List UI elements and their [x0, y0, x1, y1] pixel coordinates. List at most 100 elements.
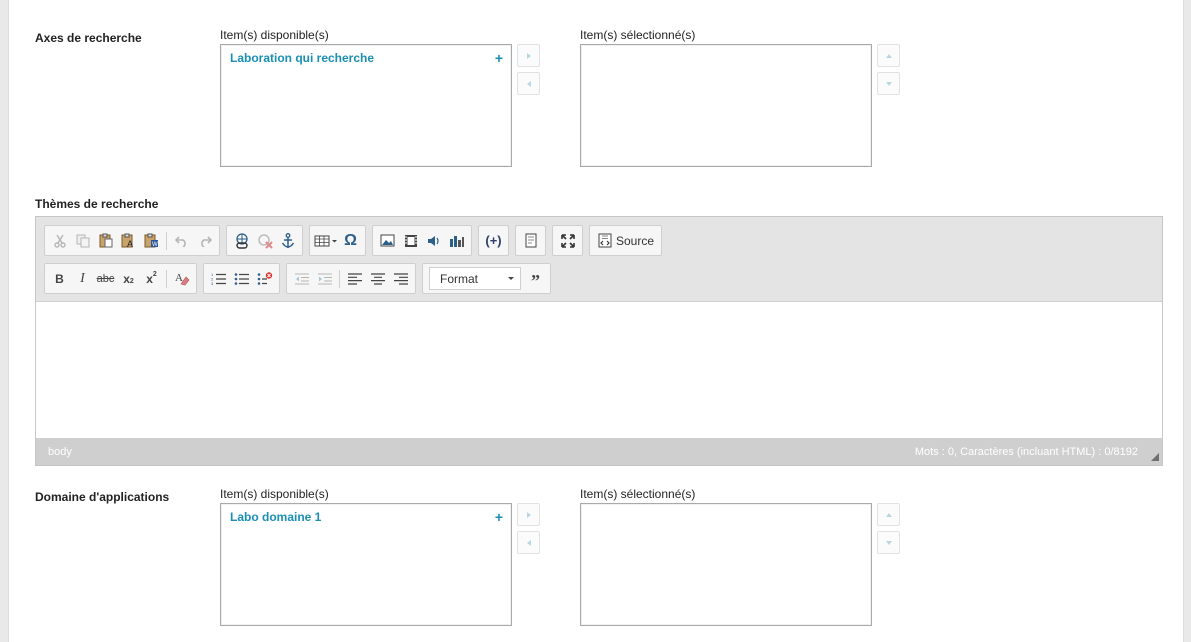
- axes-available-label: Item(s) disponible(s): [220, 28, 329, 42]
- axes-selected-list[interactable]: [580, 44, 872, 167]
- add-placeholder-icon[interactable]: (+): [482, 229, 505, 253]
- domaine-available-list[interactable]: Labo domaine 1 +: [220, 503, 512, 626]
- format-group: Format ”: [422, 263, 551, 294]
- remove-list-icon[interactable]: [253, 267, 276, 291]
- copy-icon[interactable]: [71, 229, 94, 253]
- chevron-down-icon: [508, 277, 514, 280]
- source-button[interactable]: Source: [593, 229, 658, 253]
- svg-text:A: A: [175, 272, 183, 284]
- form-page: Axes de recherche Item(s) disponible(s) …: [8, 0, 1184, 642]
- domaine-selected-list[interactable]: [580, 503, 872, 626]
- list-item-label: Laboration qui recherche: [230, 51, 375, 65]
- template-group: [515, 225, 546, 256]
- flash-icon[interactable]: [445, 229, 468, 253]
- svg-text:A: A: [127, 239, 133, 248]
- undo-icon[interactable]: [170, 229, 193, 253]
- arrow-up-icon: [885, 512, 892, 517]
- arrow-right-icon: [526, 52, 531, 59]
- arrow-left-icon: [526, 80, 531, 87]
- arrow-up-icon: [885, 53, 892, 58]
- paste-word-icon[interactable]: W: [140, 229, 163, 253]
- outdent-icon[interactable]: [290, 267, 313, 291]
- domaine-available-label: Item(s) disponible(s): [220, 487, 329, 501]
- paste-text-icon[interactable]: A: [117, 229, 140, 253]
- toolbar-row-2: B I abc x2 x2 A 123 Format ”: [44, 263, 551, 295]
- subscript-icon[interactable]: x2: [117, 267, 140, 291]
- indent-align-group: [286, 263, 416, 294]
- toolbar-row-1: A W Ω (+) Source: [44, 225, 663, 257]
- plus-icon[interactable]: +: [495, 510, 503, 524]
- move-up-button[interactable]: [877, 503, 900, 526]
- arrow-left-icon: [526, 539, 531, 546]
- table-icon[interactable]: [313, 229, 339, 253]
- separator: [339, 269, 340, 288]
- indent-icon[interactable]: [313, 267, 336, 291]
- unlink-icon[interactable]: [253, 229, 276, 253]
- numbered-list-icon[interactable]: 123: [207, 267, 230, 291]
- list-item[interactable]: Labo domaine 1 +: [230, 510, 503, 524]
- bulleted-list-icon[interactable]: [230, 267, 253, 291]
- media-group: [372, 225, 472, 256]
- editor-status-bar: body Mots : 0, Caractères (incluant HTML…: [36, 439, 1162, 465]
- maximize-icon[interactable]: [556, 229, 579, 253]
- image-icon[interactable]: [376, 229, 399, 253]
- list-item-label: Labo domaine 1: [230, 510, 322, 524]
- arrow-down-icon: [885, 81, 892, 86]
- align-right-icon[interactable]: [389, 267, 412, 291]
- superscript-icon[interactable]: x2: [140, 267, 163, 291]
- arrow-right-icon: [526, 511, 531, 518]
- align-center-icon[interactable]: [366, 267, 389, 291]
- template-icon[interactable]: [519, 229, 542, 253]
- basic-styles-group: B I abc x2 x2 A: [44, 263, 197, 294]
- rich-text-editor: A W Ω (+) Source B I abc x 2 x 2 A 1 2 3…: [35, 216, 1163, 466]
- domaine-selected-label: Item(s) sélectionné(s): [580, 487, 696, 501]
- format-select[interactable]: Format: [429, 267, 521, 290]
- move-right-button[interactable]: [517, 503, 540, 526]
- svg-text:3: 3: [211, 281, 214, 286]
- move-up-button[interactable]: [877, 44, 900, 67]
- format-label: Format: [440, 271, 479, 286]
- paste-icon[interactable]: [94, 229, 117, 253]
- link-group: [226, 225, 303, 256]
- remove-format-icon[interactable]: A: [170, 267, 193, 291]
- move-left-button[interactable]: [517, 531, 540, 554]
- source-group: Source: [589, 225, 663, 256]
- separator: [166, 231, 167, 250]
- move-right-button[interactable]: [517, 44, 540, 67]
- plugin-group: (+): [478, 225, 509, 256]
- strike-icon[interactable]: abc: [94, 267, 117, 291]
- italic-icon[interactable]: I: [71, 267, 94, 291]
- axes-selected-label: Item(s) sélectionné(s): [580, 28, 696, 42]
- plus-icon[interactable]: +: [495, 51, 503, 65]
- align-left-icon[interactable]: [343, 267, 366, 291]
- svg-text:W: W: [152, 242, 158, 248]
- domaine-label: Domaine d'applications: [35, 490, 170, 504]
- blockquote-icon[interactable]: ”: [524, 267, 547, 291]
- bold-icon[interactable]: B: [48, 267, 71, 291]
- themes-label: Thèmes de recherche: [35, 197, 159, 211]
- list-item[interactable]: Laboration qui recherche +: [230, 51, 503, 65]
- separator: [166, 269, 167, 288]
- source-icon: [598, 233, 612, 248]
- axes-available-list[interactable]: Laboration qui recherche +: [220, 44, 512, 167]
- clipboard-group: A W: [44, 225, 220, 256]
- editor-content-area[interactable]: [36, 301, 1162, 439]
- source-label: Source: [616, 233, 655, 248]
- axes-label: Axes de recherche: [35, 31, 142, 45]
- list-group: 123: [203, 263, 280, 294]
- anchor-icon[interactable]: [276, 229, 299, 253]
- move-down-button[interactable]: [877, 72, 900, 95]
- link-icon[interactable]: [230, 229, 253, 253]
- video-icon[interactable]: [399, 229, 422, 253]
- cut-icon[interactable]: [48, 229, 71, 253]
- omega-icon[interactable]: Ω: [339, 229, 362, 253]
- resize-handle-icon[interactable]: [1151, 453, 1159, 461]
- redo-icon[interactable]: [193, 229, 216, 253]
- maximize-group: [552, 225, 583, 256]
- move-down-button[interactable]: [877, 531, 900, 554]
- arrow-down-icon: [885, 540, 892, 545]
- audio-icon[interactable]: [422, 229, 445, 253]
- element-path[interactable]: body: [48, 446, 72, 458]
- move-left-button[interactable]: [517, 72, 540, 95]
- table-group: Ω: [309, 225, 366, 256]
